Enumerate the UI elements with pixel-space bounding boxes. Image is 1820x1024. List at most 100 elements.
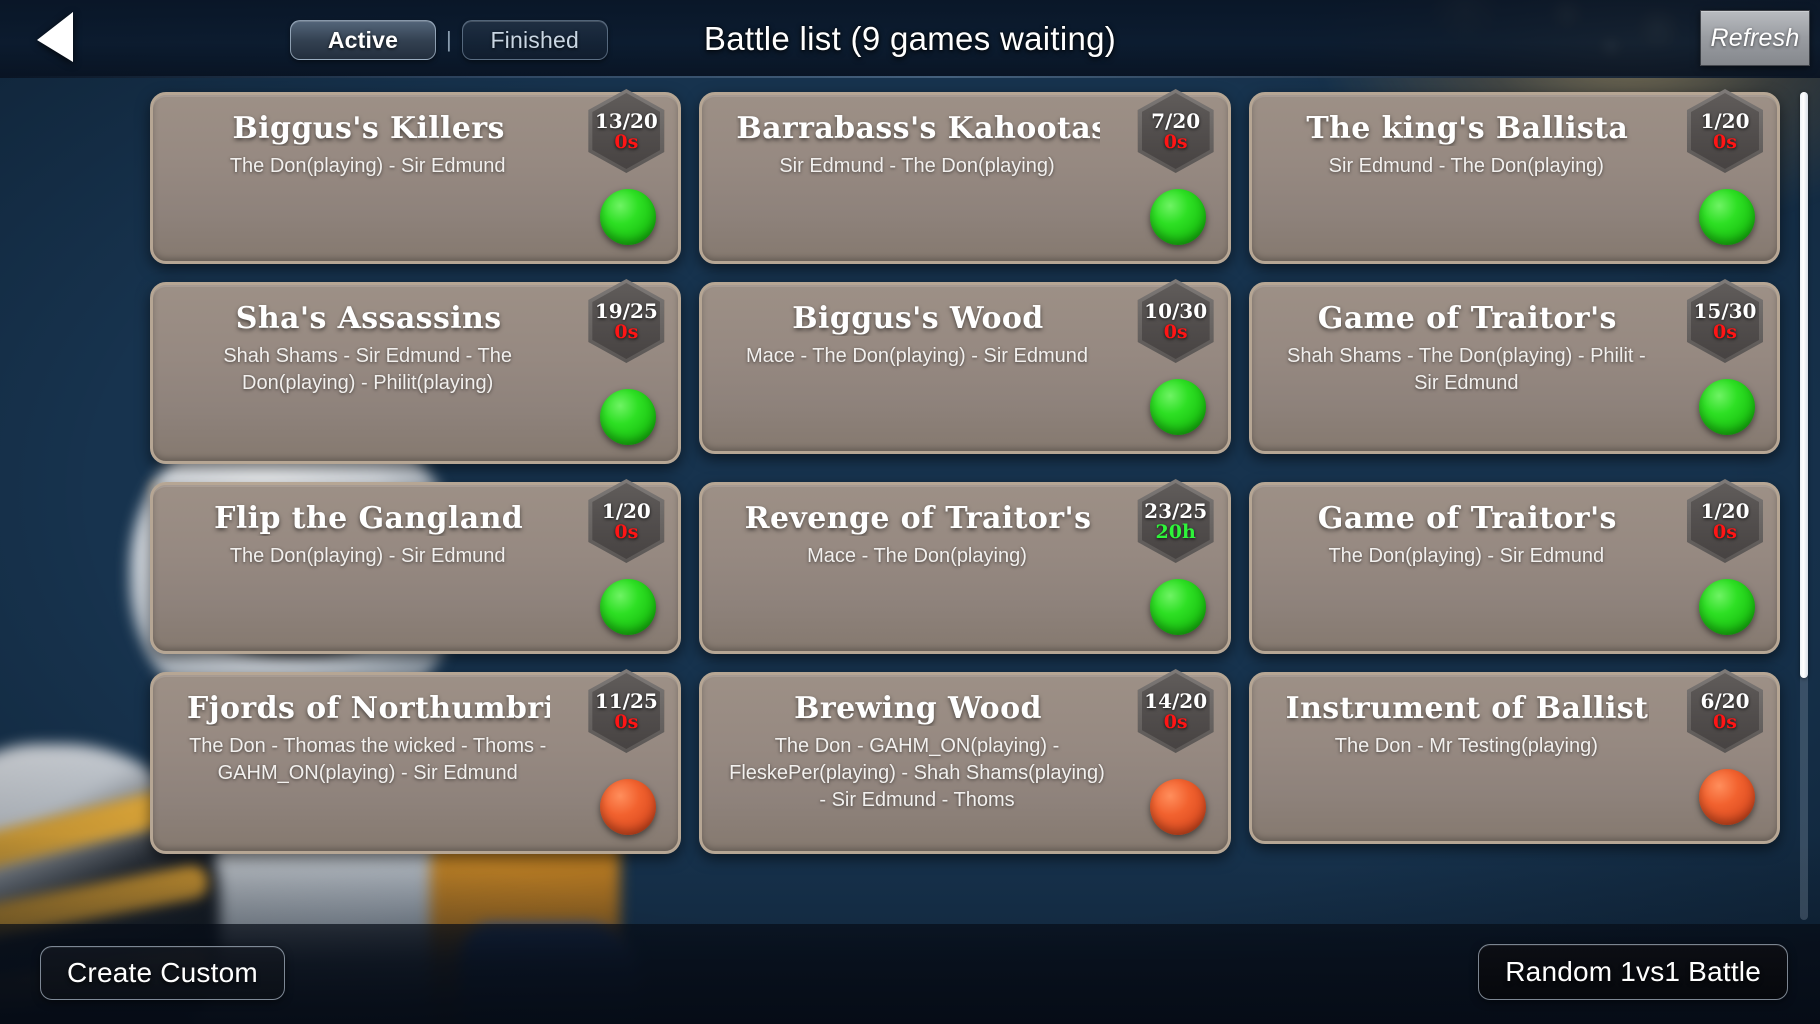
- turn-timer-value: 0s: [1713, 710, 1737, 733]
- battle-card[interactable]: Revenge of Traitor's Mace - The Don(playi…: [699, 479, 1231, 654]
- turn-timer-value: 20h: [1155, 520, 1196, 543]
- vertical-scrollbar[interactable]: [1800, 92, 1808, 920]
- battle-card-title: Sha's Assassins: [235, 301, 502, 336]
- tab-active-label: Active: [327, 26, 399, 53]
- status-indicator-green[interactable]: [1149, 579, 1206, 635]
- status-indicator-green[interactable]: [1698, 579, 1755, 635]
- battle-card[interactable]: Game of Traitor's Shah Shams - The Don(pl…: [1248, 279, 1780, 454]
- player-count-value: 23/25: [1144, 498, 1208, 523]
- battle-card-players: The Don - GAHM_ON(playing) - FleskePer(p…: [729, 735, 1105, 811]
- status-indicator-orange[interactable]: [600, 779, 657, 835]
- status-filter-tabs: Active | Finished: [290, 20, 608, 60]
- battle-card[interactable]: Biggus's Wood Mace - The Don(playing) - S…: [699, 279, 1231, 454]
- battle-card[interactable]: The king's Ballista Sir Edmund - The Don(…: [1248, 89, 1780, 264]
- player-count-value: 19/25: [594, 298, 658, 323]
- player-count-badge: 1/20 0s: [1686, 89, 1763, 173]
- scrollbar-thumb[interactable]: [1800, 92, 1808, 678]
- battle-card[interactable]: Instrument of Ballista The Don - Mr Testi…: [1248, 669, 1780, 844]
- bottom-bar: Create Custom Random 1vs1 Battle: [0, 924, 1820, 1024]
- status-indicator-green[interactable]: [1149, 379, 1206, 435]
- status-indicator-green[interactable]: [600, 579, 657, 635]
- turn-timer-value: 0s: [614, 520, 639, 543]
- battle-card[interactable]: Game of Traitor's The Don(playing) - Sir …: [1248, 479, 1780, 654]
- battle-card-title: Instrument of Ballista: [1285, 691, 1649, 726]
- top-bar: Active | Finished Battle list (9 games w…: [0, 0, 1820, 78]
- turn-timer-value: 0s: [1713, 520, 1737, 543]
- turn-timer-value: 0s: [1713, 130, 1737, 153]
- battle-card-title: Fjords of Northumbria: [187, 691, 551, 726]
- player-count-badge: 11/25 0s: [588, 669, 665, 753]
- turn-timer-value: 0s: [1713, 320, 1737, 343]
- player-count-value: 1/20: [601, 498, 651, 523]
- battle-card[interactable]: Barrabass's Kahootas Sir Edmund - The Don…: [699, 89, 1231, 264]
- player-count-badge: 1/20 0s: [588, 479, 665, 563]
- battle-card[interactable]: Brewing Wood The Don - GAHM_ON(playing) -…: [699, 669, 1231, 854]
- status-indicator-green[interactable]: [1698, 379, 1755, 435]
- status-indicator-orange[interactable]: [1698, 769, 1755, 825]
- refresh-button[interactable]: Refresh: [1700, 10, 1810, 66]
- player-count-badge: 15/30 0s: [1686, 279, 1763, 363]
- battle-list-grid: Biggus's Killers The Don(playing) - Sir E…: [150, 89, 1780, 920]
- player-count-value: 1/20: [1700, 108, 1750, 133]
- status-indicator-orange[interactable]: [1149, 779, 1206, 835]
- turn-timer-value: 0s: [614, 710, 639, 733]
- battle-card[interactable]: Sha's Assassins Shah Shams - Sir Edmund -…: [150, 279, 682, 464]
- battle-card-players: Mace - The Don(playing) - Sir Edmund: [745, 345, 1088, 367]
- battle-card-title: Game of Traitor's: [1317, 501, 1617, 536]
- battle-card-players: The Don(playing) - Sir Edmund: [229, 155, 506, 177]
- player-count-badge: 7/20 0s: [1137, 89, 1214, 173]
- battle-card-title: Biggus's Wood: [792, 301, 1044, 336]
- battle-card-title: Biggus's Killers: [232, 111, 505, 146]
- player-count-badge: 10/30 0s: [1137, 279, 1214, 363]
- player-count-badge: 14/20 0s: [1137, 669, 1214, 753]
- back-button[interactable]: [18, 8, 94, 70]
- battle-card-players: The Don(playing) - Sir Edmund: [1328, 545, 1605, 567]
- battle-card-players: Mace - The Don(playing): [807, 545, 1027, 567]
- create-custom-button[interactable]: Create Custom: [40, 946, 285, 1000]
- back-chevron-icon: [33, 10, 79, 69]
- player-count-value: 11/25: [594, 688, 658, 713]
- battle-card-title: Game of Traitor's: [1317, 301, 1617, 336]
- player-count-value: 13/20: [594, 108, 658, 133]
- battle-card-players: The Don(playing) - Sir Edmund: [229, 545, 506, 567]
- battle-card[interactable]: Biggus's Killers The Don(playing) - Sir E…: [150, 89, 682, 264]
- tab-divider: |: [446, 27, 452, 52]
- battle-card[interactable]: Flip the Gangland The Don(playing) - Sir …: [150, 479, 682, 654]
- player-count-badge: 19/25 0s: [588, 279, 665, 363]
- status-indicator-green[interactable]: [600, 389, 657, 445]
- create-custom-label: Create Custom: [67, 957, 258, 988]
- turn-timer-value: 0s: [1163, 130, 1188, 153]
- battle-card[interactable]: Fjords of Northumbria The Don - Thomas th…: [150, 669, 682, 854]
- tab-finished[interactable]: Finished: [461, 20, 608, 60]
- status-indicator-green[interactable]: [1149, 189, 1206, 245]
- random-1vs1-battle-label: Random 1vs1 Battle: [1505, 956, 1761, 987]
- player-count-value: 10/30: [1144, 298, 1208, 323]
- tab-active[interactable]: Active: [290, 20, 436, 60]
- player-count-badge: 6/20 0s: [1686, 669, 1763, 753]
- player-count-value: 1/20: [1700, 498, 1750, 523]
- battle-card-title: The king's Ballista: [1306, 111, 1629, 146]
- status-indicator-green[interactable]: [600, 189, 657, 245]
- player-count-value: 14/20: [1144, 688, 1208, 713]
- tab-finished-label: Finished: [490, 26, 579, 53]
- turn-timer-value: 0s: [614, 320, 639, 343]
- player-count-value: 15/30: [1693, 298, 1757, 323]
- battle-card-players: The Don - Mr Testing(playing): [1334, 735, 1598, 757]
- player-count-badge: 13/20 0s: [588, 89, 665, 173]
- player-count-value: 7/20: [1151, 108, 1201, 133]
- player-count-badge: 23/25 20h: [1137, 479, 1214, 563]
- battle-card-players: Sir Edmund - The Don(playing): [1328, 155, 1604, 177]
- player-count-value: 6/20: [1700, 688, 1750, 713]
- player-count-badge: 1/20 0s: [1686, 479, 1763, 563]
- battle-card-players: Shah Shams - Sir Edmund - The Don(playin…: [223, 345, 512, 394]
- random-1vs1-battle-button[interactable]: Random 1vs1 Battle: [1478, 944, 1788, 1000]
- status-indicator-green[interactable]: [1698, 189, 1755, 245]
- battle-card-title: Revenge of Traitor's: [744, 501, 1092, 536]
- battle-card-players: The Don - Thomas the wicked - Thoms - GA…: [189, 735, 547, 784]
- battle-card-title: Brewing Wood: [794, 691, 1042, 726]
- turn-timer-value: 0s: [1163, 320, 1188, 343]
- battle-card-players: Shah Shams - The Don(playing) - Philit -…: [1286, 345, 1646, 394]
- turn-timer-value: 0s: [1163, 710, 1188, 733]
- turn-timer-value: 0s: [614, 130, 639, 153]
- battle-card-title: Flip the Gangland: [214, 501, 524, 536]
